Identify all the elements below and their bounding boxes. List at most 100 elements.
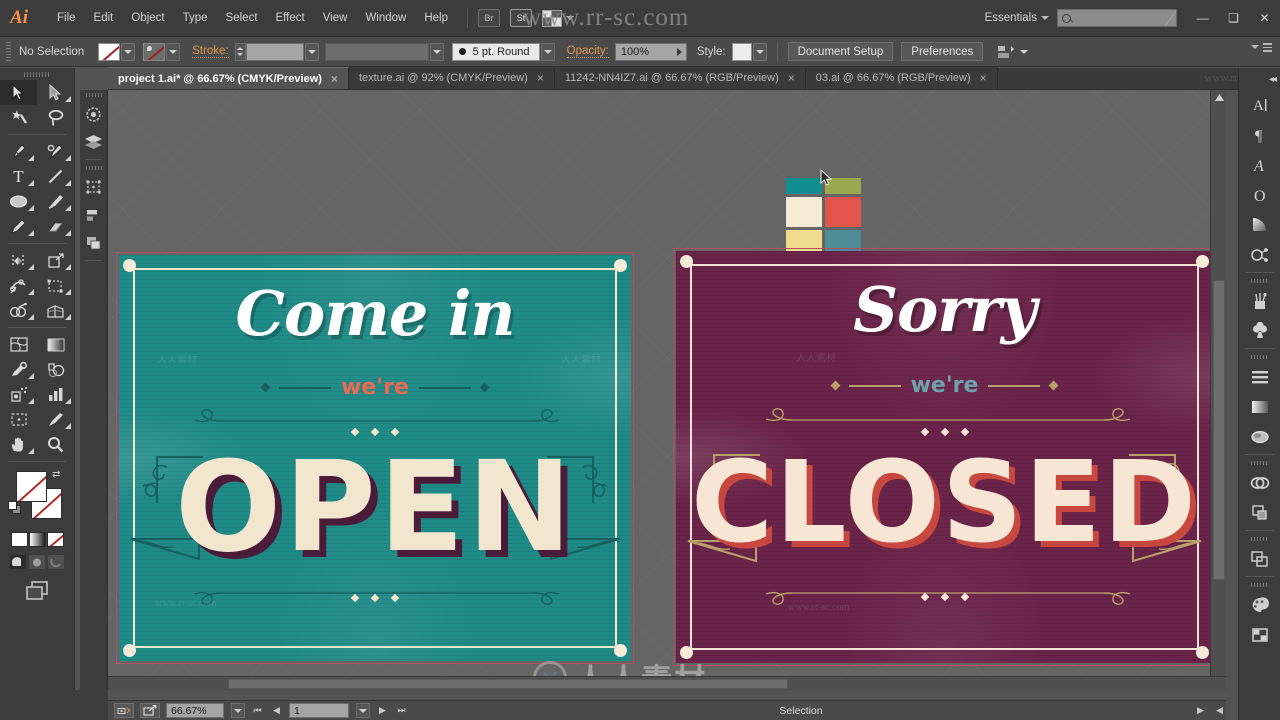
opentype-panel-icon[interactable]: O [1239, 180, 1280, 210]
opacity-field[interactable]: 100% [614, 42, 687, 61]
blend-tool[interactable] [37, 357, 74, 382]
pencil-tool[interactable] [0, 214, 37, 239]
selection-tool[interactable] [0, 80, 37, 105]
menu-select[interactable]: Select [217, 9, 267, 27]
appearance-panel-icon[interactable] [80, 229, 107, 257]
tab-texture[interactable]: texture.ai @ 92% (CMYK/Preview) × [348, 67, 555, 89]
appearance-panel-icon[interactable] [1239, 468, 1280, 498]
preview-toggle-icon[interactable] [114, 703, 134, 718]
next-artboard-icon[interactable]: ▶ [376, 703, 389, 718]
menu-help[interactable]: Help [415, 9, 457, 27]
stroke-swatch[interactable] [143, 42, 166, 61]
swatch-cream[interactable] [786, 197, 822, 227]
draw-behind-icon[interactable] [28, 554, 46, 570]
layers-panel-icon[interactable] [1239, 544, 1280, 574]
stroke-weight-caret-icon[interactable] [304, 42, 319, 61]
gradient2-panel-icon[interactable] [1239, 392, 1280, 422]
width-tool[interactable] [0, 273, 37, 298]
menu-file[interactable]: File [48, 9, 85, 27]
tab-close-icon[interactable]: × [537, 72, 544, 84]
symbol-sprayer-tool[interactable] [0, 382, 37, 407]
screen-mode-button[interactable] [0, 579, 74, 601]
stroke-weight-field[interactable] [245, 42, 304, 61]
zoom-tool[interactable] [37, 432, 74, 457]
scale-tool[interactable] [37, 248, 74, 273]
draw-normal-icon[interactable] [9, 554, 27, 570]
perspective-grid-tool[interactable] [37, 298, 74, 323]
color-guide-panel-icon[interactable] [1239, 590, 1280, 620]
type-tool[interactable]: T [0, 164, 37, 189]
document-setup-button[interactable]: Document Setup [787, 42, 894, 61]
artboard-caret-icon[interactable] [356, 703, 370, 718]
document-canvas[interactable]: Come in we're OPEN 人人素材 人人素材 www. [108, 90, 1226, 690]
vertical-scroll-thumb[interactable] [1213, 280, 1225, 580]
dock-grip[interactable] [80, 163, 107, 173]
mesh-tool[interactable] [0, 332, 37, 357]
align-objects-icon[interactable] [997, 44, 1015, 60]
stock-button[interactable]: St [510, 9, 532, 27]
fill-caret-icon[interactable] [121, 42, 136, 61]
ellipse-tool[interactable] [0, 189, 37, 214]
pathfinder-panel-icon[interactable] [80, 100, 107, 128]
gradient-mode-icon[interactable] [28, 532, 46, 547]
search-input[interactable] [1057, 9, 1177, 27]
swatch-red[interactable] [825, 197, 861, 227]
rotate-tool[interactable] [0, 248, 37, 273]
menu-edit[interactable]: Edit [85, 9, 123, 27]
tab-03[interactable]: 03.ai @ 66.67% (RGB/Preview) × [805, 67, 998, 89]
graphic-style-swatch[interactable] [731, 42, 752, 61]
align-caret-icon[interactable] [1020, 49, 1029, 54]
last-artboard-icon[interactable]: ⏭ [395, 703, 408, 718]
stroke-caret-icon[interactable] [166, 42, 181, 61]
arrange-caret-icon[interactable] [566, 16, 574, 20]
color-mode-icon[interactable] [10, 532, 28, 547]
lasso-tool[interactable] [37, 105, 74, 130]
bridge-button[interactable]: Br [478, 9, 500, 27]
arrange-documents-icon[interactable] [542, 9, 562, 27]
maximize-button[interactable]: ❑ [1218, 6, 1249, 30]
direct-selection-tool[interactable] [37, 80, 74, 105]
dock-grip[interactable] [1239, 457, 1280, 468]
menu-type[interactable]: Type [174, 9, 217, 27]
canvas-horizontal-scrollbar[interactable] [108, 676, 1226, 690]
workspace-switcher[interactable]: Essentials [985, 12, 1037, 24]
curvature-tool[interactable] [37, 139, 74, 164]
artboards-panel-icon[interactable] [1239, 620, 1280, 650]
canvas-vertical-scrollbar[interactable] [1210, 90, 1226, 690]
horizontal-scroll-thumb[interactable] [228, 679, 788, 689]
close-button[interactable]: ✕ [1249, 6, 1280, 30]
paintbrush-tool[interactable] [37, 189, 74, 214]
align-panel-icon[interactable] [80, 201, 107, 229]
draw-inside-icon[interactable] [47, 554, 65, 570]
transform-panel-icon[interactable] [80, 173, 107, 201]
glyphs-panel-icon[interactable]: A [1239, 150, 1280, 180]
tab-close-icon[interactable]: × [980, 72, 987, 84]
dock-grip[interactable] [1239, 275, 1280, 286]
stroke-profile-field[interactable] [324, 42, 429, 61]
character-panel-icon[interactable]: A [1239, 90, 1280, 120]
status-resize-icon[interactable]: ◀ [1213, 703, 1226, 718]
stroke-weight-stepper[interactable] [234, 42, 246, 61]
tab-project-1[interactable]: project 1.ai* @ 66.67% (CMYK/Preview) × [108, 67, 349, 89]
control-bar-grip[interactable] [6, 41, 11, 62]
hand-tool[interactable] [0, 432, 37, 457]
status-popup-icon[interactable]: ▶ [1194, 703, 1207, 718]
gradient-tool[interactable] [37, 332, 74, 357]
pathfinder-panel-icon[interactable] [1239, 498, 1280, 528]
dock-grip[interactable] [1239, 579, 1280, 590]
panel-menu-icon[interactable] [1251, 43, 1272, 52]
menu-effect[interactable]: Effect [267, 9, 314, 27]
previous-artboard-icon[interactable]: ◀ [270, 703, 283, 718]
brush-caret-icon[interactable] [540, 42, 555, 61]
stroke-panel-icon[interactable] [1239, 362, 1280, 392]
brushes-panel-icon[interactable] [1239, 286, 1280, 316]
artboard-number-field[interactable]: 1 [289, 703, 349, 718]
layers-panel-icon[interactable] [80, 128, 107, 156]
dock-grip[interactable] [1239, 351, 1280, 362]
minimize-button[interactable]: — [1187, 6, 1218, 30]
menu-window[interactable]: Window [356, 9, 415, 27]
brush-definition-field[interactable]: 5 pt. Round [451, 42, 540, 61]
eraser-tool[interactable] [37, 214, 74, 239]
stroke-profile-caret-icon[interactable] [429, 42, 444, 61]
symbols-panel-icon[interactable] [1239, 240, 1280, 270]
